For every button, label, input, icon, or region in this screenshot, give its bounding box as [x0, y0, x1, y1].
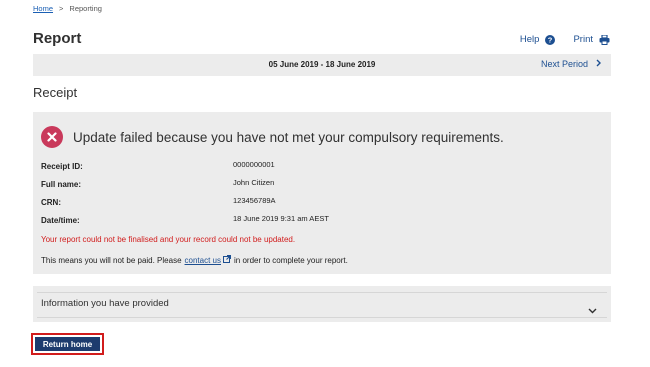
- detail-label: Full name:: [41, 180, 82, 189]
- header-actions: Help ? Print: [520, 34, 610, 45]
- accordion-header[interactable]: Information you have provided: [37, 292, 607, 318]
- payment-note-text-after: in order to complete your report.: [234, 255, 348, 265]
- question-circle-icon: ?: [545, 34, 556, 45]
- return-home-button[interactable]: Return home: [31, 333, 104, 355]
- help-button[interactable]: Help ?: [520, 34, 556, 45]
- detail-label: CRN:: [41, 198, 61, 207]
- chevron-right-icon: [596, 59, 601, 69]
- external-link-icon: [223, 255, 231, 265]
- breadcrumb-separator: >: [59, 4, 64, 13]
- help-label: Help: [519, 34, 540, 45]
- detail-value: 18 June 2019 9:31 am AEST: [233, 214, 329, 223]
- next-period-link[interactable]: Next Period: [541, 59, 601, 69]
- chevron-down-icon: [588, 301, 597, 319]
- detail-value: John Citizen: [233, 178, 275, 187]
- receipt-heading: Receipt: [33, 85, 78, 100]
- information-accordion[interactable]: Information you have provided: [33, 286, 611, 322]
- detail-value: 0000000001: [233, 160, 275, 169]
- contact-us-link[interactable]: contact us: [185, 256, 221, 265]
- accordion-title: Information you have provided: [41, 298, 169, 309]
- page-title: Report: [33, 30, 82, 47]
- svg-text:?: ?: [548, 35, 553, 44]
- print-label: Print: [573, 34, 593, 45]
- detail-value: 123456789A: [233, 196, 276, 205]
- payment-note-text: This means you will not be paid. Please: [41, 255, 182, 265]
- next-period-label: Next Period: [540, 59, 588, 69]
- failure-note: Your report could not be finalised and y…: [41, 235, 296, 244]
- period-bar: 05 June 2019 - 18 June 2019 Next Period: [33, 54, 611, 76]
- print-button[interactable]: Print: [573, 34, 610, 45]
- detail-label: Receipt ID:: [41, 162, 83, 171]
- return-home-label: Return home: [35, 337, 100, 351]
- receipt-panel: Update failed because you have not met y…: [33, 112, 611, 274]
- error-x-circle-icon: [41, 126, 63, 148]
- payment-note: This means you will not be paid. Please …: [41, 255, 348, 265]
- printer-icon: [599, 34, 610, 45]
- detail-label: Date/time:: [41, 216, 80, 225]
- breadcrumb-home-link[interactable]: Home: [33, 4, 53, 13]
- error-message: Update failed because you have not met y…: [73, 130, 504, 145]
- breadcrumb-current: Reporting: [69, 4, 102, 13]
- breadcrumb: Home > Reporting: [33, 4, 102, 13]
- period-range: 05 June 2019 - 18 June 2019: [268, 60, 376, 69]
